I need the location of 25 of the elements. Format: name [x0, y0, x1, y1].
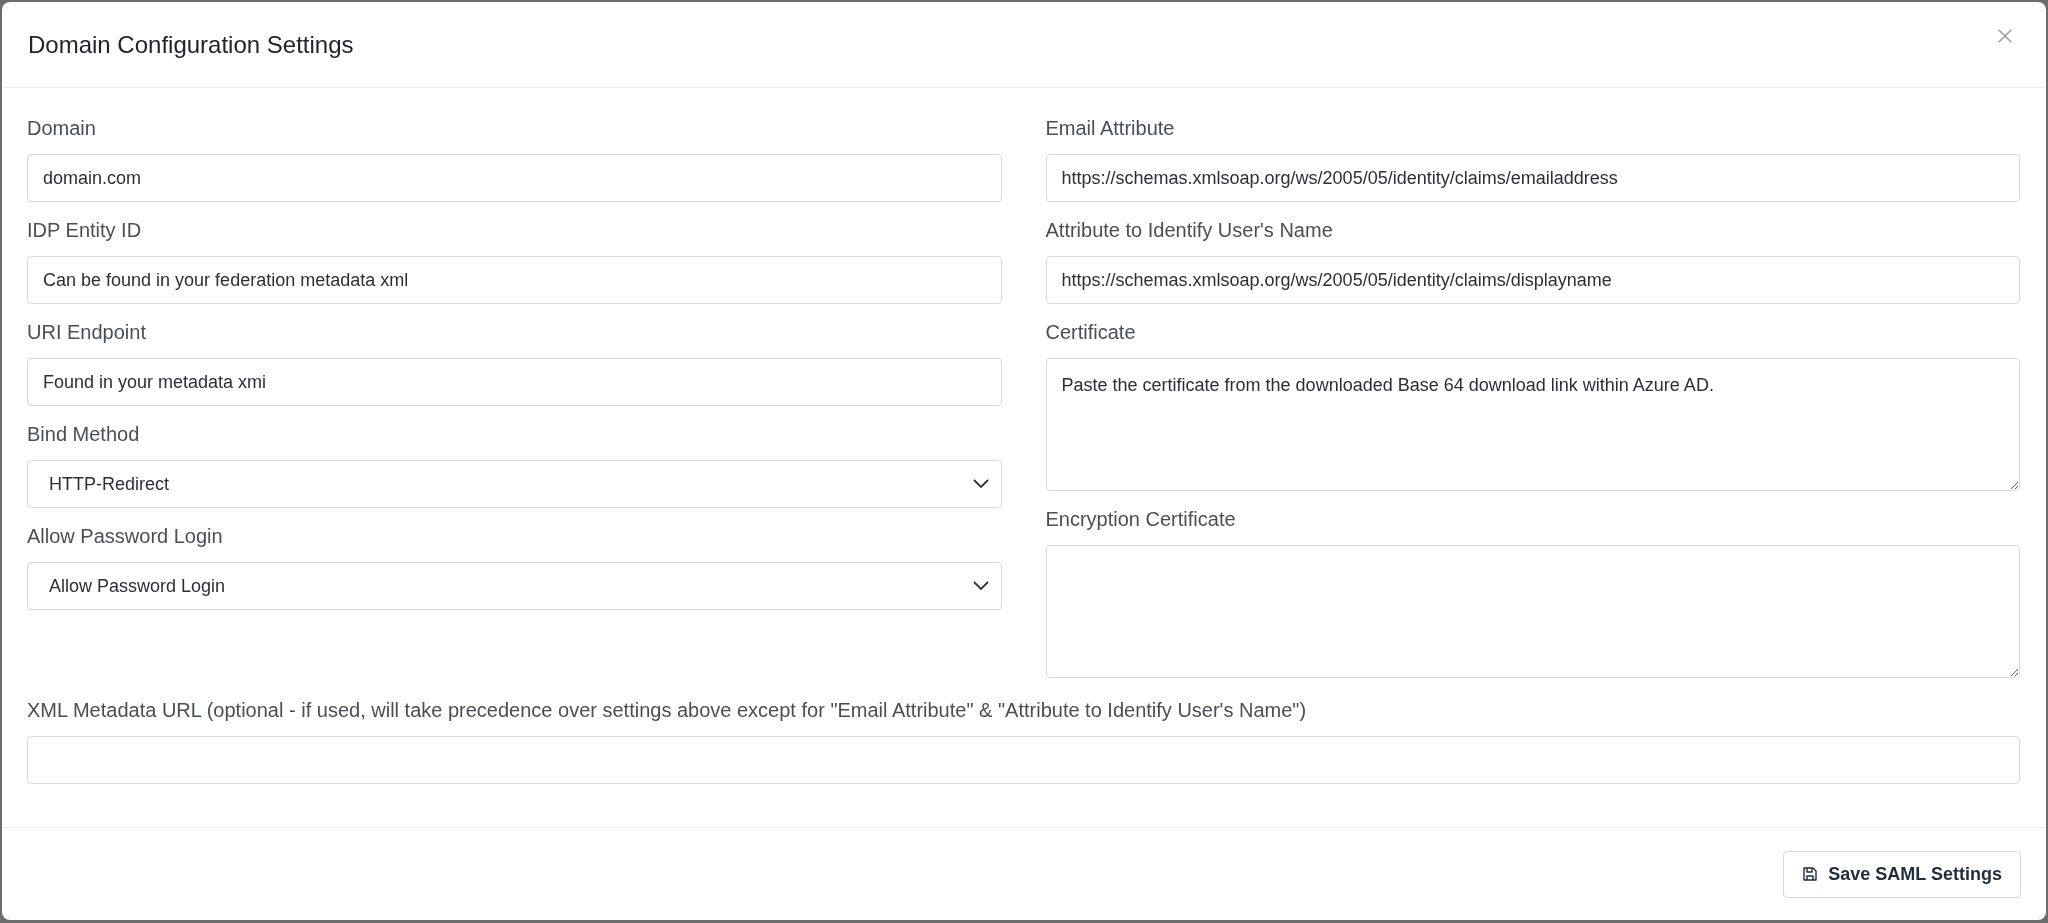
field-label: Certificate [1045, 320, 1137, 344]
field-label: URI Endpoint [27, 320, 147, 344]
close-icon[interactable] [1996, 26, 2014, 45]
input-field[interactable]: https://schemas.xmlsoap.org/ws/2005/05/identity/claims/emailaddress [1045, 154, 2020, 202]
input-field[interactable]: Can be found in your federation metadata xml [27, 256, 1002, 304]
field-label: Attribute to Identify User's Name [1045, 218, 1334, 242]
save-button[interactable]: Save SAML Settings [1783, 850, 2021, 898]
dropdown[interactable]: Allow Password Login [27, 562, 1002, 610]
field-label: Allow Password Login [27, 524, 224, 548]
field-label: Email Attribute [1045, 116, 1176, 140]
text-area[interactable] [1045, 545, 2020, 678]
dialog-title: Domain Configuration Settings [28, 30, 354, 59]
dropdown[interactable]: HTTP-Redirect [27, 460, 1002, 508]
field-label: IDP Entity ID [27, 218, 143, 242]
chevron-down-icon [972, 581, 989, 591]
input-field[interactable]: Found in your metadata xmi [27, 358, 1002, 406]
input-field[interactable]: domain.com [27, 154, 1002, 202]
input-field[interactable] [27, 736, 2020, 784]
field-label: Bind Method [27, 422, 141, 446]
field-label: Domain [27, 116, 97, 140]
text-area[interactable]: Paste the certificate from the downloaded Base 64 download link within Azure AD. [1045, 358, 2020, 491]
field-label: Encryption Certificate [1045, 507, 1237, 531]
chevron-down-icon [972, 479, 989, 489]
input-field[interactable]: https://schemas.xmlsoap.org/ws/2005/05/identity/claims/displayname [1045, 256, 2020, 304]
field-label: XML Metadata URL (optional - if used, will take precedence over settings above except for "Email Attribute" & "Attribute to Identify User's Name") [27, 698, 1308, 722]
